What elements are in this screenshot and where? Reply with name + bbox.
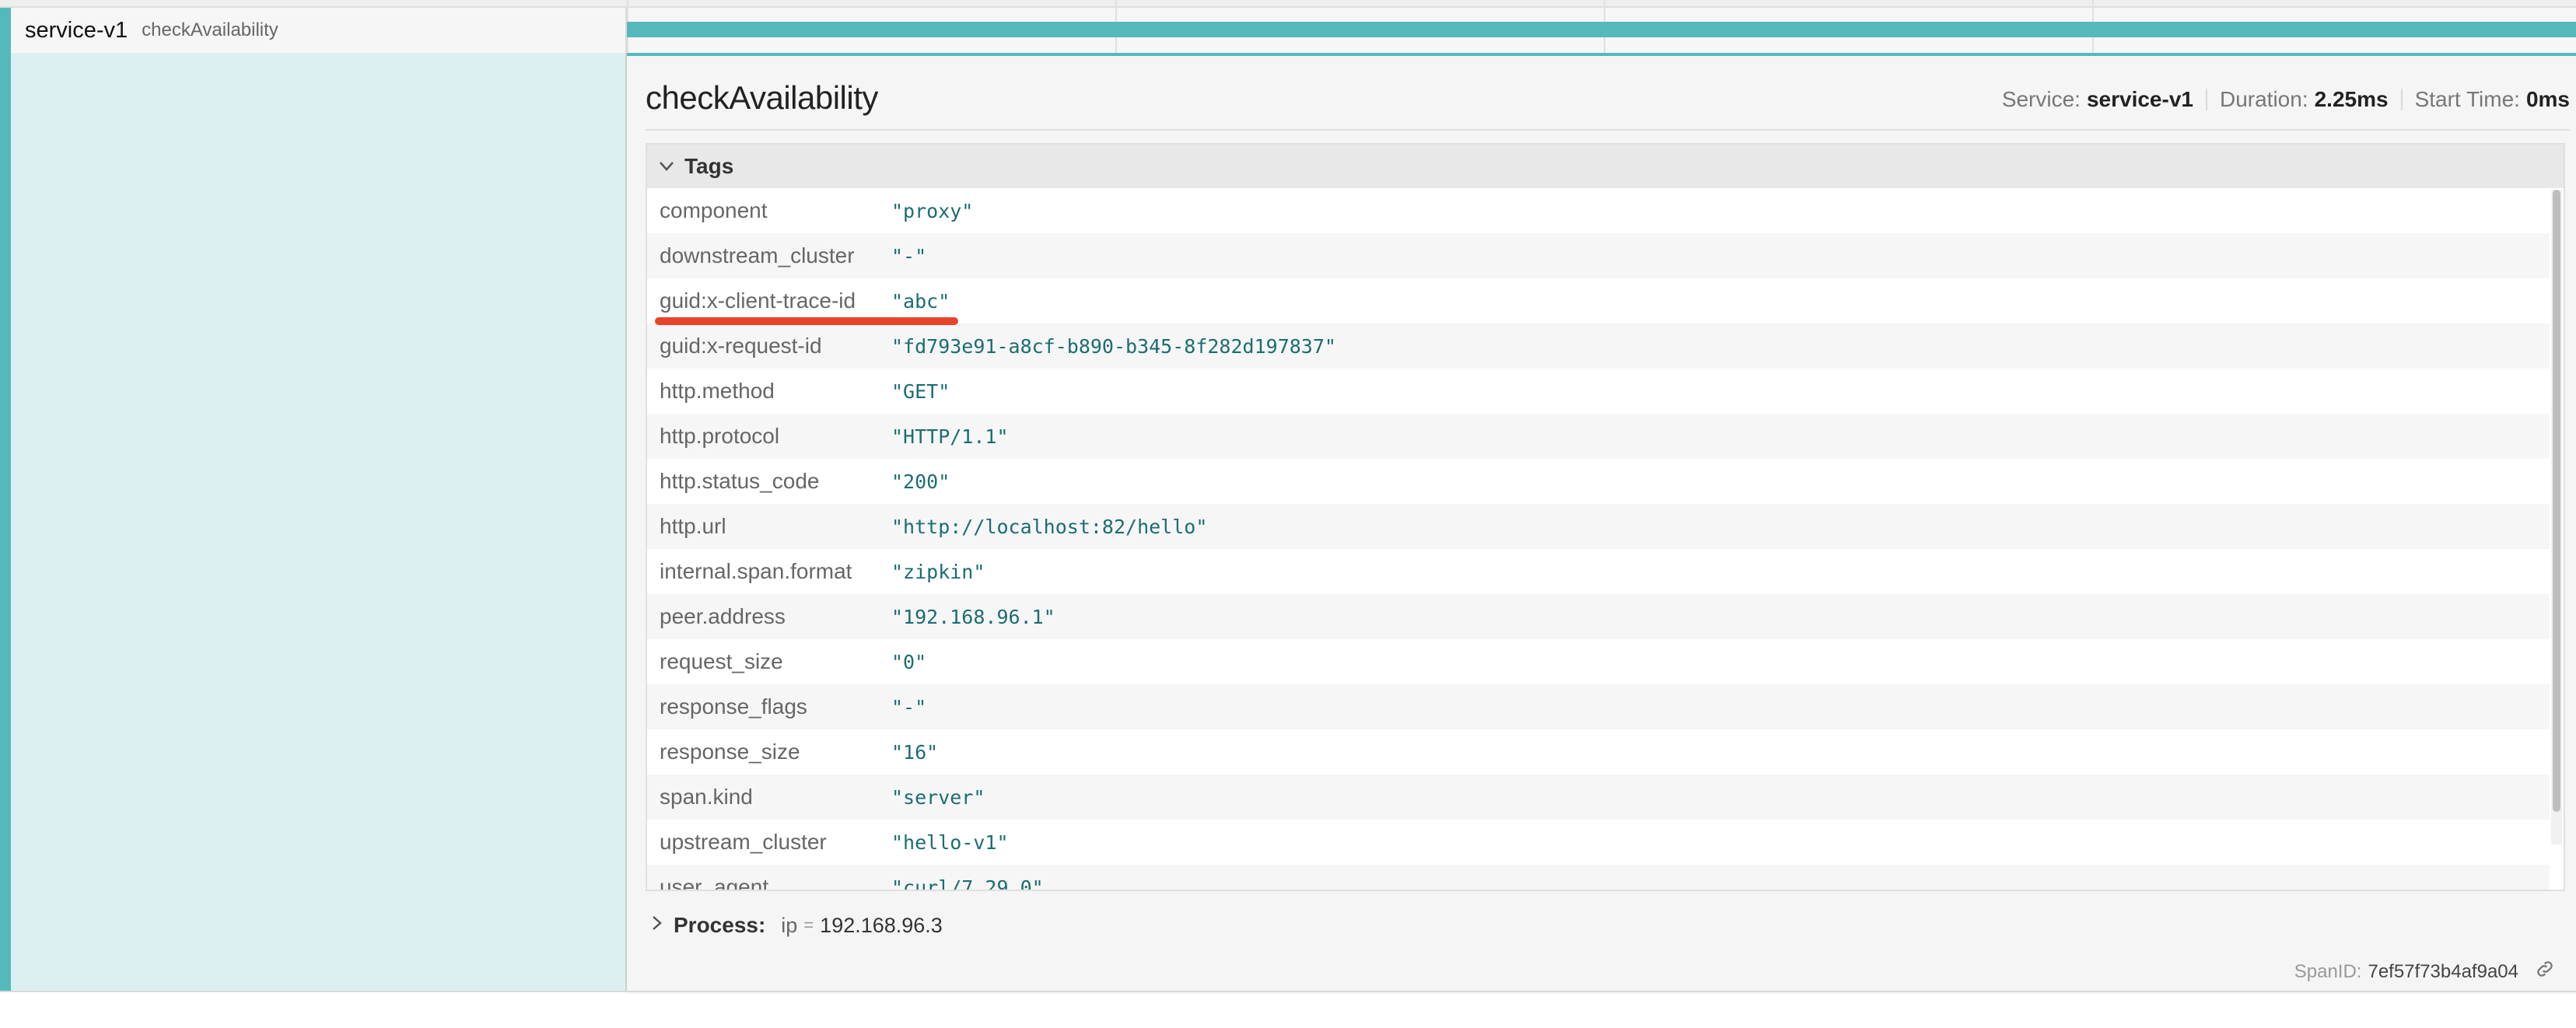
span-overview: Service: service-v1 Duration: 2.25ms Sta…: [2002, 87, 2570, 112]
tags-toggle[interactable]: Tags: [647, 145, 2564, 188]
tag-key: guid:x-request-id: [660, 334, 822, 358]
tag-key: user_agent: [660, 875, 769, 890]
tag-key: internal.span.format: [660, 559, 852, 583]
span-id-label: SpanID:: [2294, 960, 2362, 982]
tag-key: guid:x-client-trace-id: [660, 288, 856, 313]
tag-value: "0": [891, 650, 927, 673]
tag-value: "HTTP/1.1": [891, 425, 1009, 448]
span-id: SpanID: 7ef57f73b4af9a04: [2294, 958, 2556, 985]
bottom-divider: [0, 991, 2576, 992]
detail-title: checkAvailability: [646, 79, 878, 116]
tags-section: Tags component "proxy" downstream_cluster "…: [646, 143, 2565, 891]
link-icon[interactable]: [2518, 958, 2556, 985]
trace-view: service-v1 checkAvailability checkAvaila…: [0, 0, 2576, 1028]
tag-key: request_size: [660, 649, 783, 673]
span-name-cell[interactable]: service-v1 checkAvailability: [11, 8, 627, 53]
tag-row[interactable]: upstream_cluster "hello-v1": [647, 820, 2550, 865]
tag-value: "200": [891, 470, 950, 493]
tag-key: http.protocol: [660, 424, 780, 448]
process-value: 192.168.96.3: [820, 913, 943, 937]
tag-row[interactable]: http.protocol "HTTP/1.1": [647, 414, 2550, 459]
span-name-column-fill: [11, 53, 627, 991]
tag-value: "proxy": [891, 199, 974, 222]
tag-row[interactable]: component "proxy": [647, 188, 2550, 233]
tag-value: "GET": [891, 379, 950, 403]
tag-row[interactable]: user_agent "curl/7.29.0": [647, 865, 2550, 890]
overview-start-value: 0ms: [2525, 87, 2570, 111]
tag-row[interactable]: response_flags "-": [647, 684, 2550, 729]
tag-key: http.method: [660, 379, 775, 403]
tag-row[interactable]: internal.span.format "zipkin": [647, 549, 2550, 594]
tag-row[interactable]: peer.address "192.168.96.1": [647, 594, 2550, 639]
tag-value: "zipkin": [891, 560, 985, 583]
tags-scrollbar[interactable]: [2551, 190, 2562, 844]
overview-divider: [2205, 89, 2207, 110]
tag-row[interactable]: http.status_code "200": [647, 459, 2550, 504]
tag-key: downstream_cluster: [660, 243, 855, 267]
span-detail-pane: checkAvailability Service: service-v1 Du…: [627, 53, 2576, 994]
tag-key: upstream_cluster: [660, 830, 827, 854]
span-row[interactable]: service-v1 checkAvailability: [0, 0, 2576, 54]
tag-row[interactable]: http.url "http://localhost:82/hello": [647, 504, 2550, 549]
overview-service-value: service-v1: [2086, 87, 2193, 111]
tag-value: "16": [891, 740, 939, 764]
detail-header: checkAvailability Service: service-v1 Du…: [646, 79, 2570, 131]
process-toggle[interactable]: Process: ip = 192.168.96.3: [646, 908, 943, 942]
span-duration-bar[interactable]: [627, 22, 2576, 37]
overview-duration-label: Duration:: [2219, 87, 2308, 111]
process-label: Process:: [674, 913, 766, 937]
process-key: ip: [781, 913, 798, 937]
overview-start-label: Start Time:: [2414, 87, 2520, 111]
chevron-down-icon: [655, 156, 678, 177]
tag-key: response_size: [660, 740, 800, 764]
chevron-right-icon: [646, 914, 669, 936]
tag-value: "192.168.96.1": [891, 605, 1055, 628]
tag-key: component: [660, 198, 768, 222]
tag-row[interactable]: response_size "16": [647, 729, 2550, 774]
tag-value: "-": [891, 695, 927, 719]
highlight-underline: [655, 317, 958, 325]
tag-row[interactable]: http.method "GET": [647, 369, 2550, 414]
tag-key: http.url: [660, 514, 726, 538]
tag-value: "fd793e91-a8cf-b890-b345-8f282d197837": [891, 334, 1336, 358]
scrollbar-thumb[interactable]: [2553, 190, 2560, 812]
overview-divider: [2400, 89, 2403, 110]
tag-row[interactable]: span.kind "server": [647, 774, 2550, 820]
tag-key: http.status_code: [660, 469, 820, 493]
tag-row[interactable]: request_size "0": [647, 639, 2550, 684]
tags-table: component "proxy" downstream_cluster "-" gui…: [647, 188, 2550, 890]
process-equals: =: [803, 915, 814, 935]
tag-value: "-": [891, 244, 927, 267]
tag-row[interactable]: guid:x-request-id "fd793e91-a8cf-b890-b34…: [647, 323, 2550, 369]
tag-key: span.kind: [660, 785, 753, 809]
tag-key: response_flags: [660, 694, 807, 719]
service-color-bar: [0, 8, 11, 992]
tag-key: peer.address: [660, 604, 786, 628]
span-timeline[interactable]: [627, 0, 2576, 53]
tag-value: "curl/7.29.0": [891, 876, 1044, 890]
tag-value: "abc": [891, 289, 950, 313]
tag-value: "hello-v1": [891, 830, 1009, 854]
overview-service-label: Service:: [2001, 87, 2081, 111]
overview-duration-value: 2.25ms: [2314, 87, 2389, 111]
tag-value: "http://localhost:82/hello": [891, 515, 1208, 538]
tags-label: Tags: [684, 154, 734, 178]
span-id-value: 7ef57f73b4af9a04: [2368, 960, 2518, 982]
span-operation-name: checkAvailability: [142, 19, 278, 40]
tag-value: "server": [891, 785, 985, 809]
span-service-name: service-v1: [25, 17, 128, 43]
tag-row[interactable]: downstream_cluster "-": [647, 233, 2550, 278]
